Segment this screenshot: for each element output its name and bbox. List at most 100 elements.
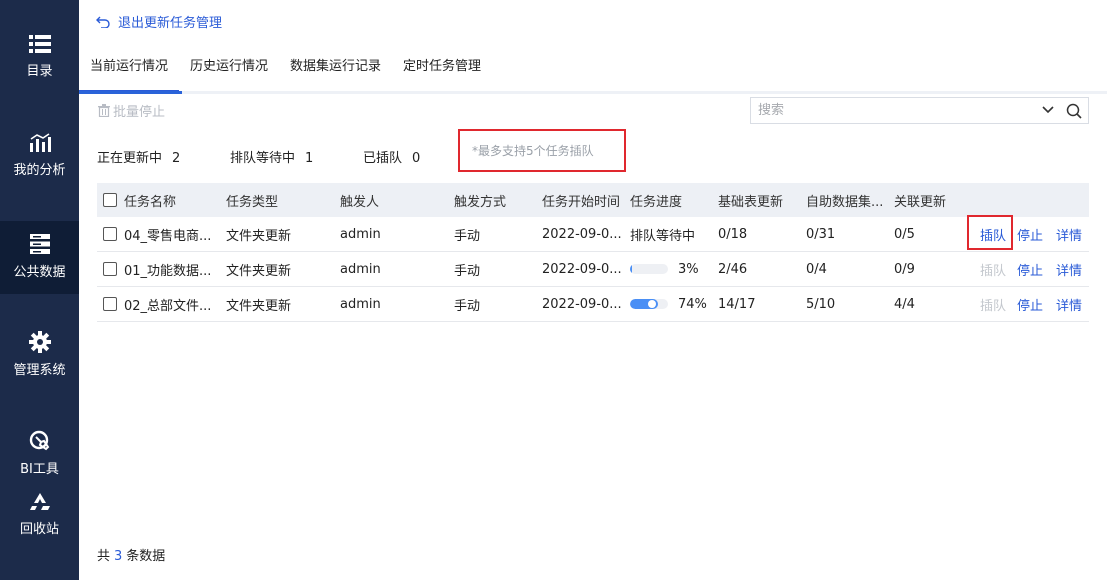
progress-percent: 74% bbox=[678, 296, 707, 312]
stop-button[interactable]: 停止 bbox=[1017, 252, 1043, 286]
top-bar: 退出更新任务管理 当前运行情况 历史运行情况 数据集运行记录 定时任务管理 bbox=[79, 0, 1107, 94]
cell-self-dataset: 5/10 bbox=[806, 296, 836, 312]
batch-stop-button[interactable]: 批量停止 bbox=[98, 101, 165, 120]
detail-button[interactable]: 详情 bbox=[1056, 287, 1082, 321]
cell-base-update: 2/46 bbox=[718, 261, 748, 277]
detail-button[interactable]: 详情 bbox=[1056, 217, 1082, 251]
sidebar: 目录 我的分析 公共数据 管理系统 BI工具 回收站 bbox=[0, 0, 79, 580]
sidebar-item-label: BI工具 bbox=[20, 462, 59, 477]
cell-related-update: 0/9 bbox=[894, 261, 915, 277]
cell-name: 04_零售电商... bbox=[103, 217, 221, 251]
stop-button[interactable]: 停止 bbox=[1017, 217, 1043, 251]
sidebar-item-my-analysis[interactable]: 我的分析 bbox=[0, 133, 79, 178]
header-base-update: 基础表更新 bbox=[718, 194, 784, 210]
queue-button[interactable]: 插队 bbox=[980, 252, 1006, 286]
tab-current-running[interactable]: 当前运行情况 bbox=[79, 52, 180, 94]
record-count: 3 bbox=[114, 549, 123, 564]
progress-bar: 74% bbox=[630, 297, 707, 312]
progress-percent: 3% bbox=[678, 261, 699, 277]
cell-progress: 3% bbox=[630, 252, 699, 286]
cell-trigger-mode: 手动 bbox=[454, 263, 481, 279]
cell-related-update: 4/4 bbox=[894, 296, 915, 312]
task-table: 任务名称 任务类型 触发人 触发方式 任务开始时间 任务进度 基础表更新 自助数… bbox=[97, 183, 1089, 322]
sidebar-item-label: 目录 bbox=[26, 64, 53, 79]
list-icon bbox=[28, 35, 51, 53]
header-progress: 任务进度 bbox=[630, 194, 683, 210]
stat-inserted: 已插队 0 bbox=[363, 151, 421, 166]
tab-dataset-records[interactable]: 数据集运行记录 bbox=[279, 52, 392, 94]
header-self-dataset: 自助数据集... bbox=[806, 194, 884, 210]
trash-icon bbox=[98, 104, 110, 117]
detail-button[interactable]: 详情 bbox=[1056, 252, 1082, 286]
stat-queued: 排队等待中 1 bbox=[230, 151, 314, 166]
header-trigger-mode: 触发方式 bbox=[454, 194, 507, 210]
cell-base-update: 0/18 bbox=[718, 226, 748, 242]
cell-related-update: 0/5 bbox=[894, 226, 915, 242]
table-row: 02_总部文件... 文件夹更新 admin 手动 2022-09-0... 7… bbox=[97, 287, 1089, 322]
batch-stop-label: 批量停止 bbox=[113, 105, 166, 120]
table-row: 01_功能数据... 文件夹更新 admin 手动 2022-09-0... 3… bbox=[97, 252, 1089, 287]
queue-button-highlight bbox=[967, 215, 1013, 250]
tab-bar: 当前运行情况 历史运行情况 数据集运行记录 定时任务管理 bbox=[79, 52, 492, 94]
cell-progress: 排队等待中 bbox=[630, 228, 696, 244]
row-checkbox[interactable] bbox=[103, 227, 117, 241]
row-checkbox[interactable] bbox=[103, 262, 117, 276]
search-box bbox=[750, 97, 1089, 124]
cell-start-time: 2022-09-0... bbox=[542, 261, 622, 277]
search-icon[interactable] bbox=[1060, 103, 1088, 119]
cell-trigger-mode: 手动 bbox=[454, 228, 481, 244]
cell-trigger-user: admin bbox=[340, 261, 381, 277]
header-related-update: 关联更新 bbox=[894, 194, 947, 210]
sidebar-item-label: 管理系统 bbox=[13, 363, 66, 378]
gear-icon bbox=[28, 331, 51, 353]
header-type: 任务类型 bbox=[226, 194, 279, 210]
exit-task-management-link[interactable]: 退出更新任务管理 bbox=[96, 12, 222, 31]
table-header: 任务名称 任务类型 触发人 触发方式 任务开始时间 任务进度 基础表更新 自助数… bbox=[97, 183, 1089, 217]
database-icon bbox=[29, 234, 50, 254]
chevron-down-icon[interactable] bbox=[1036, 103, 1060, 118]
back-arrow-icon bbox=[96, 16, 110, 28]
stop-button[interactable]: 停止 bbox=[1017, 287, 1043, 321]
sidebar-item-label: 回收站 bbox=[19, 522, 59, 537]
progress-track bbox=[630, 264, 668, 274]
cell-type: 文件夹更新 bbox=[226, 228, 292, 244]
progress-fill bbox=[630, 264, 632, 274]
cell-trigger-mode: 手动 bbox=[454, 298, 481, 314]
sidebar-item-label: 公共数据 bbox=[13, 265, 66, 280]
tab-history-running[interactable]: 历史运行情况 bbox=[179, 52, 279, 94]
wrench-icon bbox=[29, 430, 49, 451]
select-all-checkbox[interactable] bbox=[103, 193, 117, 207]
sidebar-item-public-data[interactable]: 公共数据 bbox=[0, 221, 79, 294]
chart-icon bbox=[29, 133, 51, 152]
cell-type: 文件夹更新 bbox=[226, 298, 292, 314]
cell-base-update: 14/17 bbox=[718, 296, 756, 312]
progress-bar: 3% bbox=[630, 262, 699, 277]
cell-name: 01_功能数据... bbox=[103, 252, 221, 286]
cell-trigger-user: admin bbox=[340, 296, 381, 312]
progress-track bbox=[630, 299, 668, 309]
cell-self-dataset: 0/31 bbox=[806, 226, 836, 242]
sidebar-item-management[interactable]: 管理系统 bbox=[0, 331, 79, 378]
table-row: 04_零售电商... 文件夹更新 admin 手动 2022-09-0... 排… bbox=[97, 215, 1089, 252]
sidebar-item-bi-tools[interactable]: BI工具 bbox=[0, 430, 79, 477]
sidebar-item-catalog[interactable]: 目录 bbox=[0, 34, 79, 79]
tab-scheduled-tasks[interactable]: 定时任务管理 bbox=[392, 52, 492, 94]
queue-button[interactable]: 插队 bbox=[980, 287, 1006, 321]
sidebar-item-recycle-bin[interactable]: 回收站 bbox=[0, 492, 79, 537]
cell-type: 文件夹更新 bbox=[226, 263, 292, 279]
table-footer: 共 3 条数据 bbox=[97, 549, 166, 564]
queue-limit-note: *最多支持5个任务插队 bbox=[458, 129, 626, 172]
cell-progress: 74% bbox=[630, 287, 707, 321]
main-area: 退出更新任务管理 当前运行情况 历史运行情况 数据集运行记录 定时任务管理 批量… bbox=[79, 0, 1107, 580]
back-label: 退出更新任务管理 bbox=[118, 16, 223, 31]
progress-knob bbox=[648, 300, 656, 308]
header-trigger-user: 触发人 bbox=[340, 194, 380, 210]
sidebar-item-label: 我的分析 bbox=[13, 163, 66, 178]
row-checkbox[interactable] bbox=[103, 297, 117, 311]
recycle-icon bbox=[29, 493, 50, 510]
content-area: 批量停止 正在更新中2 排队等待中1 已插队0 *最多支持5个任务插队 任务名称… bbox=[79, 94, 1107, 580]
search-input[interactable] bbox=[751, 98, 1036, 123]
cell-start-time: 2022-09-0... bbox=[542, 226, 622, 242]
cell-self-dataset: 0/4 bbox=[806, 261, 827, 277]
task-stats: 正在更新中 2 排队等待中 1 已插队 0 bbox=[97, 147, 420, 166]
